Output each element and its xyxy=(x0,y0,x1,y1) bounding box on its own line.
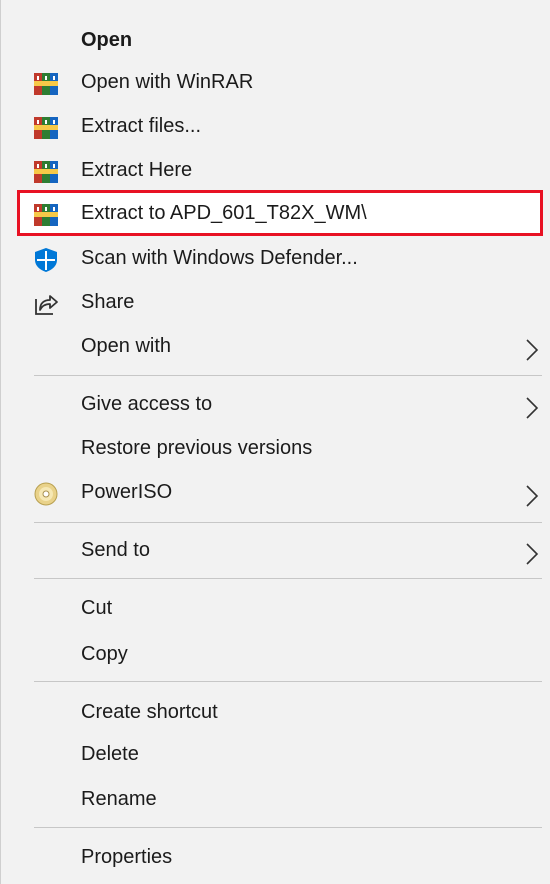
menu-item-extract-files[interactable]: Extract files... xyxy=(1,104,550,148)
menu-item-poweriso[interactable]: PowerISO xyxy=(1,470,550,514)
menu-item-label: Extract Here xyxy=(81,159,193,181)
shield-icon xyxy=(33,245,59,272)
winrar-icon xyxy=(33,69,59,95)
menu-item-label: Open with xyxy=(81,335,172,357)
menu-separator xyxy=(34,522,542,523)
menu-separator xyxy=(34,578,542,579)
chevron-right-icon xyxy=(525,334,539,361)
winrar-icon xyxy=(33,157,59,183)
menu-item-label: Send to xyxy=(81,539,150,561)
menu-separator xyxy=(34,681,542,682)
menu-item-extract-to[interactable]: Extract to APD_601_T82X_WM\ xyxy=(1,191,550,235)
menu-item-delete[interactable]: Delete xyxy=(1,732,550,776)
menu-item-properties[interactable]: Properties xyxy=(1,835,550,879)
winrar-icon xyxy=(33,200,59,226)
menu-item-label: Properties xyxy=(81,846,173,868)
menu-item-label: Share xyxy=(81,291,135,313)
menu-item-label: Open with WinRAR xyxy=(81,71,254,93)
menu-item-label: Open xyxy=(81,29,133,51)
menu-separator xyxy=(34,375,542,376)
share-icon xyxy=(33,289,59,315)
menu-item-restore-versions[interactable]: Restore previous versions xyxy=(1,426,550,470)
menu-item-label: Give access to xyxy=(81,393,213,415)
menu-item-extract-here[interactable]: Extract Here xyxy=(1,148,550,192)
winrar-icon xyxy=(33,113,59,139)
menu-item-open[interactable]: Open xyxy=(1,18,550,62)
chevron-right-icon xyxy=(525,538,539,565)
menu-item-label: Restore previous versions xyxy=(81,437,313,459)
menu-item-label: Create shortcut xyxy=(81,701,218,723)
menu-item-give-access[interactable]: Give access to xyxy=(1,382,550,426)
menu-item-label: Cut xyxy=(81,597,113,619)
context-menu: Open Open with WinRAR Extract files... E… xyxy=(0,0,550,884)
menu-item-open-with-winrar[interactable]: Open with WinRAR xyxy=(1,60,550,104)
menu-item-open-with[interactable]: Open with xyxy=(1,324,550,368)
menu-item-label: Delete xyxy=(81,743,139,765)
chevron-right-icon xyxy=(525,480,539,507)
menu-item-label: Rename xyxy=(81,788,157,810)
menu-item-label: Extract files... xyxy=(81,115,202,137)
menu-item-rename[interactable]: Rename xyxy=(1,777,550,821)
menu-item-label: Copy xyxy=(81,643,128,665)
menu-item-scan-defender[interactable]: Scan with Windows Defender... xyxy=(1,236,550,280)
menu-item-copy[interactable]: Copy xyxy=(1,632,550,676)
chevron-right-icon xyxy=(525,392,539,419)
menu-item-label: Scan with Windows Defender... xyxy=(81,247,358,269)
menu-item-send-to[interactable]: Send to xyxy=(1,528,550,572)
menu-item-create-shortcut[interactable]: Create shortcut xyxy=(1,690,550,734)
menu-item-share[interactable]: Share xyxy=(1,280,550,324)
menu-item-label: Extract to APD_601_T82X_WM\ xyxy=(81,202,367,224)
menu-item-cut[interactable]: Cut xyxy=(1,586,550,630)
menu-separator xyxy=(34,827,542,828)
menu-item-label: PowerISO xyxy=(81,481,173,503)
disc-icon xyxy=(33,479,59,506)
